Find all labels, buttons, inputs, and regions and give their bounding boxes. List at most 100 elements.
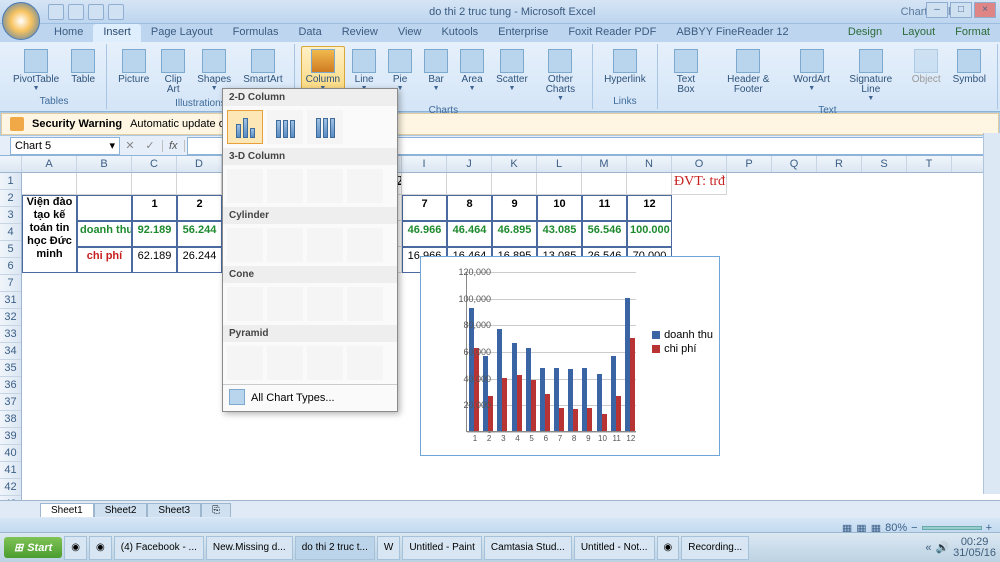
col-N[interactable]: N bbox=[627, 156, 672, 172]
chart-type-100stacked-column[interactable] bbox=[307, 110, 343, 144]
col-A[interactable]: A bbox=[22, 156, 77, 172]
row-33[interactable]: 33 bbox=[0, 326, 21, 343]
enter-formula-icon[interactable]: ✓ bbox=[140, 139, 160, 152]
table-button[interactable]: Table bbox=[66, 46, 100, 88]
header-footer-button[interactable]: Header & Footer bbox=[710, 46, 786, 98]
chart-type-pyramid-1[interactable] bbox=[227, 346, 263, 380]
row-41[interactable]: 41 bbox=[0, 462, 21, 479]
row-43[interactable]: 43 bbox=[0, 496, 21, 500]
name-box[interactable]: Chart 5▾ bbox=[10, 137, 120, 155]
zoom-slider[interactable] bbox=[922, 526, 982, 530]
tab-kutools[interactable]: Kutools bbox=[431, 24, 488, 42]
col-K[interactable]: K bbox=[492, 156, 537, 172]
tab-layout[interactable]: Layout bbox=[892, 24, 945, 42]
close-button[interactable]: × bbox=[974, 2, 996, 18]
row-39[interactable]: 39 bbox=[0, 428, 21, 445]
col-B[interactable]: B bbox=[77, 156, 132, 172]
minimize-button[interactable]: – bbox=[926, 2, 948, 18]
taskbar-notepad[interactable]: Untitled - Not... bbox=[574, 536, 655, 560]
row-7[interactable]: 7 bbox=[0, 275, 21, 292]
tab-design[interactable]: Design bbox=[838, 24, 892, 42]
row-36[interactable]: 36 bbox=[0, 377, 21, 394]
vertical-scrollbar[interactable] bbox=[983, 133, 1000, 494]
smartart-button[interactable]: SmartArt bbox=[238, 46, 287, 88]
tab-format[interactable]: Format bbox=[945, 24, 1000, 42]
row-2[interactable]: 2 bbox=[0, 190, 21, 207]
tray-icon[interactable]: « bbox=[925, 542, 931, 554]
col-J[interactable]: J bbox=[447, 156, 492, 172]
row-3[interactable]: 3 bbox=[0, 207, 21, 224]
chart-type-clustered-column[interactable] bbox=[227, 110, 263, 144]
tab-review[interactable]: Review bbox=[332, 24, 388, 42]
chart-type-pyramid-4[interactable] bbox=[347, 346, 383, 380]
col-S[interactable]: S bbox=[862, 156, 907, 172]
col-C[interactable]: C bbox=[132, 156, 177, 172]
pivottable-button[interactable]: PivotTable▼ bbox=[8, 46, 64, 95]
taskbar-word[interactable]: W bbox=[377, 536, 400, 560]
col-T[interactable]: T bbox=[907, 156, 952, 172]
taskbar-coccoc[interactable]: ◉ bbox=[89, 536, 112, 560]
chart-type-cylinder-4[interactable] bbox=[347, 228, 383, 262]
tab-insert[interactable]: Insert bbox=[93, 24, 141, 42]
chart-type-3d-100stacked[interactable] bbox=[307, 169, 343, 203]
taskbar-recording[interactable]: Recording... bbox=[681, 536, 749, 560]
tab-data[interactable]: Data bbox=[288, 24, 331, 42]
taskbar-paint[interactable]: Untitled - Paint bbox=[402, 536, 482, 560]
chart-type-3d-stacked[interactable] bbox=[267, 169, 303, 203]
taskbar-camtasia[interactable]: Camtasia Stud... bbox=[484, 536, 572, 560]
col-R[interactable]: R bbox=[817, 156, 862, 172]
chart-type-cone-4[interactable] bbox=[347, 287, 383, 321]
sheet-tab-3[interactable]: Sheet3 bbox=[147, 503, 201, 517]
cancel-formula-icon[interactable]: ✕ bbox=[120, 139, 140, 152]
area-chart-button[interactable]: Area▼ bbox=[455, 46, 489, 95]
chart-type-cone-3[interactable] bbox=[307, 287, 343, 321]
row-35[interactable]: 35 bbox=[0, 360, 21, 377]
row-40[interactable]: 40 bbox=[0, 445, 21, 462]
tray-vol-icon[interactable]: 🔊 bbox=[935, 541, 949, 554]
chart-type-stacked-column[interactable] bbox=[267, 110, 303, 144]
tab-enterprise[interactable]: Enterprise bbox=[488, 24, 558, 42]
taskbar-excel-active[interactable]: do thi 2 truc t... bbox=[295, 536, 375, 560]
col-D[interactable]: D bbox=[177, 156, 222, 172]
symbol-button[interactable]: Symbol bbox=[948, 46, 991, 88]
all-chart-types-item[interactable]: All Chart Types... bbox=[223, 384, 397, 411]
row-31[interactable]: 31 bbox=[0, 292, 21, 309]
tab-view[interactable]: View bbox=[388, 24, 432, 42]
row-32[interactable]: 32 bbox=[0, 309, 21, 326]
taskbar-facebook[interactable]: (4) Facebook - ... bbox=[114, 536, 204, 560]
restore-button[interactable]: □ bbox=[950, 2, 972, 18]
tab-page-layout[interactable]: Page Layout bbox=[141, 24, 223, 42]
textbox-button[interactable]: Text Box bbox=[664, 46, 708, 98]
tab-abbyy[interactable]: ABBYY FineReader 12 bbox=[666, 24, 798, 42]
chart-type-cylinder-1[interactable] bbox=[227, 228, 263, 262]
chart-type-3d-clustered[interactable] bbox=[227, 169, 263, 203]
fx-button[interactable]: fx bbox=[162, 140, 185, 152]
chart-type-cylinder-2[interactable] bbox=[267, 228, 303, 262]
object-button[interactable]: Object bbox=[907, 46, 946, 88]
taskbar-firefox[interactable]: ◉ bbox=[657, 536, 680, 560]
wordart-button[interactable]: WordArt▼ bbox=[788, 46, 835, 95]
chart-type-3d-column[interactable] bbox=[347, 169, 383, 203]
col-O[interactable]: O bbox=[672, 156, 727, 172]
sheet-tab-1[interactable]: Sheet1 bbox=[40, 503, 94, 517]
qat-undo-icon[interactable] bbox=[68, 4, 84, 20]
qat-save-icon[interactable] bbox=[48, 4, 64, 20]
signature-line-button[interactable]: Signature Line▼ bbox=[837, 46, 905, 105]
clipart-button[interactable]: Clip Art bbox=[156, 46, 190, 98]
tray-clock[interactable]: 00:2931/05/16 bbox=[953, 537, 996, 559]
row-6[interactable]: 6 bbox=[0, 258, 21, 275]
new-sheet-button[interactable]: ⎘ bbox=[201, 503, 231, 517]
col-Q[interactable]: Q bbox=[772, 156, 817, 172]
hyperlink-button[interactable]: Hyperlink bbox=[599, 46, 651, 88]
worksheet-grid[interactable]: A B C D E F G H I J K L M N O P Q R S T … bbox=[0, 156, 1000, 500]
row-5[interactable]: 5 bbox=[0, 241, 21, 258]
col-M[interactable]: M bbox=[582, 156, 627, 172]
row-42[interactable]: 42 bbox=[0, 479, 21, 496]
start-button[interactable]: ⊞Start bbox=[4, 537, 62, 558]
sheet-tab-2[interactable]: Sheet2 bbox=[94, 503, 148, 517]
qat-redo-icon[interactable] bbox=[88, 4, 104, 20]
picture-button[interactable]: Picture bbox=[113, 46, 154, 88]
scatter-chart-button[interactable]: Scatter▼ bbox=[491, 46, 533, 95]
row-1[interactable]: 1 bbox=[0, 173, 21, 190]
tab-foxit[interactable]: Foxit Reader PDF bbox=[558, 24, 666, 42]
